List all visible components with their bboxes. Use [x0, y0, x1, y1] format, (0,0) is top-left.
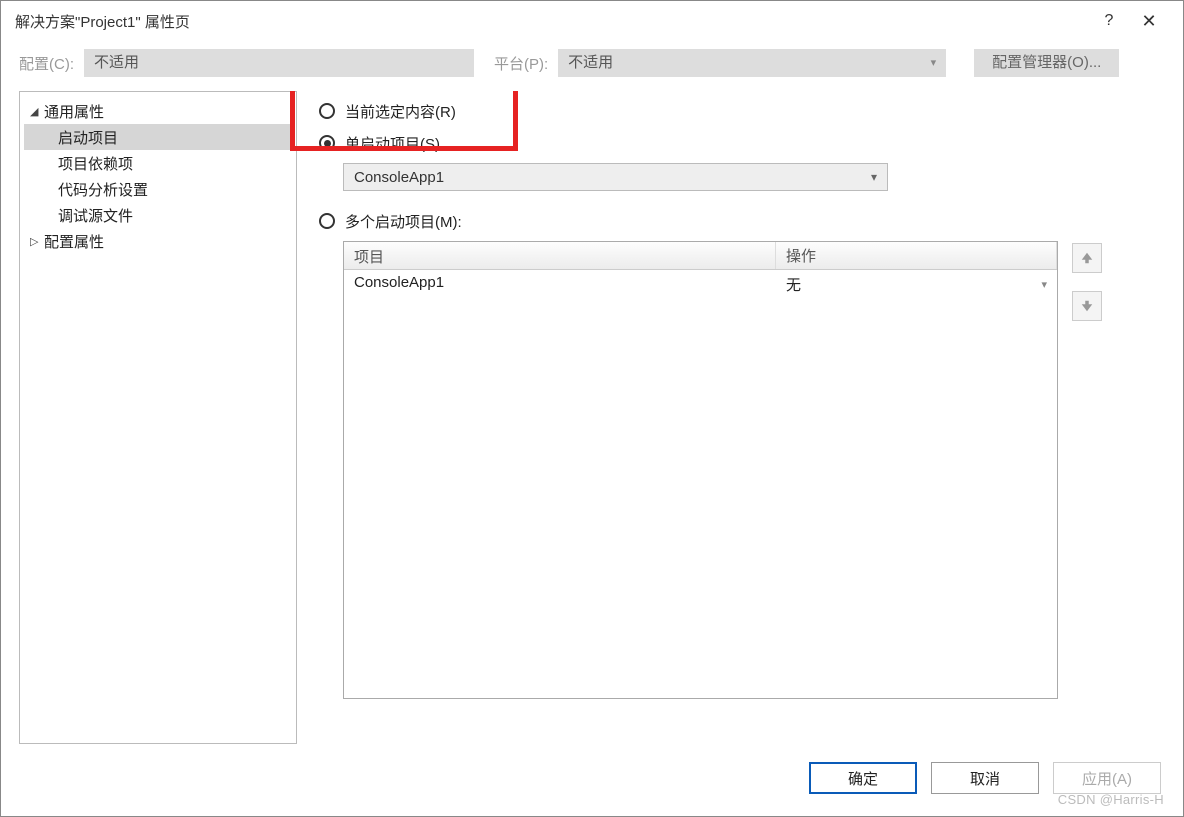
tree-node-common-properties[interactable]: ◢ 通用属性: [24, 98, 292, 124]
radio-label: 当前选定内容(R): [345, 101, 456, 122]
tree-label: 配置属性: [44, 231, 104, 252]
col-header-action-label: 操作: [786, 245, 816, 266]
tree-node-project-dependencies[interactable]: 项目依赖项: [24, 150, 292, 176]
tree-label: 启动项目: [58, 127, 118, 148]
ok-button[interactable]: 确定: [809, 762, 917, 794]
tree-label: 代码分析设置: [58, 179, 148, 200]
close-button[interactable]: ✕: [1129, 11, 1169, 32]
platform-combo[interactable]: 不适用 ▾: [558, 49, 946, 77]
chevron-down-icon: ▾: [931, 49, 937, 77]
triangle-down-icon: ◢: [30, 105, 44, 118]
col-header-action[interactable]: 操作: [776, 242, 1057, 269]
tree-label: 通用属性: [44, 101, 104, 122]
apply-button[interactable]: 应用(A): [1053, 762, 1161, 794]
config-label: 配置(C):: [19, 53, 78, 74]
watermark: CSDN @Harris-H: [1058, 792, 1164, 807]
radio-current-selection[interactable]: 当前选定内容(R): [315, 99, 1165, 123]
radio-label: 单启动项目(S): [345, 133, 440, 154]
chevron-down-icon: ▾: [871, 170, 877, 184]
platform-label: 平台(P):: [494, 53, 552, 74]
cell-action[interactable]: 无 ▾: [776, 270, 1057, 298]
multi-startup-table: 项目 操作 ConsoleApp1 无 ▾: [343, 241, 1058, 699]
tree-node-config-properties[interactable]: ▷ 配置属性: [24, 228, 292, 254]
property-tree: ◢ 通用属性 启动项目 项目依赖项 代码分析设置 调试源文件 ▷ 配置属性: [19, 91, 297, 744]
dialog-footer: 确定 取消 应用(A): [1, 744, 1183, 816]
radio-icon: [319, 103, 335, 119]
tree-label: 调试源文件: [58, 205, 133, 226]
dialog-title: 解决方案"Project1" 属性页: [15, 11, 190, 32]
config-manager-button[interactable]: 配置管理器(O)...: [974, 49, 1119, 77]
radio-label: 多个启动项目(M):: [345, 211, 462, 232]
arrow-down-icon: [1080, 299, 1094, 313]
radio-icon: [319, 213, 335, 229]
main-panel: 当前选定内容(R) 单启动项目(S) ConsoleApp1 ▾ 多个启动项目(…: [315, 91, 1165, 744]
reorder-buttons: [1072, 241, 1102, 699]
config-row: 配置(C): 不适用 平台(P): 不适用 ▾ 配置管理器(O)...: [1, 41, 1183, 91]
arrow-up-icon: [1080, 251, 1094, 265]
body-area: ◢ 通用属性 启动项目 项目依赖项 代码分析设置 调试源文件 ▷ 配置属性: [1, 91, 1183, 744]
platform-value: 不适用: [568, 49, 613, 77]
radio-single-startup[interactable]: 单启动项目(S): [315, 131, 1165, 155]
cancel-button[interactable]: 取消: [931, 762, 1039, 794]
cell-action-value: 无: [786, 274, 801, 295]
tree-label: 项目依赖项: [58, 153, 133, 174]
single-startup-combo[interactable]: ConsoleApp1 ▾: [343, 163, 888, 191]
triangle-right-icon: ▷: [30, 235, 44, 248]
radio-icon: [319, 135, 335, 151]
radio-multiple-startup[interactable]: 多个启动项目(M):: [315, 209, 1165, 233]
titlebar: 解决方案"Project1" 属性页 ? ✕: [1, 1, 1183, 41]
tree-node-debug-source[interactable]: 调试源文件: [24, 202, 292, 228]
move-down-button[interactable]: [1072, 291, 1102, 321]
tree-node-startup-project[interactable]: 启动项目: [24, 124, 292, 150]
table-header: 项目 操作: [344, 242, 1057, 270]
chevron-down-icon: ▾: [1041, 278, 1047, 291]
tree-node-code-analysis[interactable]: 代码分析设置: [24, 176, 292, 202]
config-combo[interactable]: 不适用: [84, 49, 474, 77]
col-header-project[interactable]: 项目: [344, 242, 776, 269]
single-startup-value: ConsoleApp1: [354, 169, 444, 186]
multi-startup-area: 项目 操作 ConsoleApp1 无 ▾: [343, 241, 1165, 699]
table-row[interactable]: ConsoleApp1 无 ▾: [344, 270, 1057, 298]
config-value: 不适用: [94, 54, 139, 71]
help-button[interactable]: ?: [1089, 12, 1129, 30]
dialog-window: 解决方案"Project1" 属性页 ? ✕ 配置(C): 不适用 平台(P):…: [0, 0, 1184, 817]
cell-project: ConsoleApp1: [344, 270, 776, 298]
move-up-button[interactable]: [1072, 243, 1102, 273]
